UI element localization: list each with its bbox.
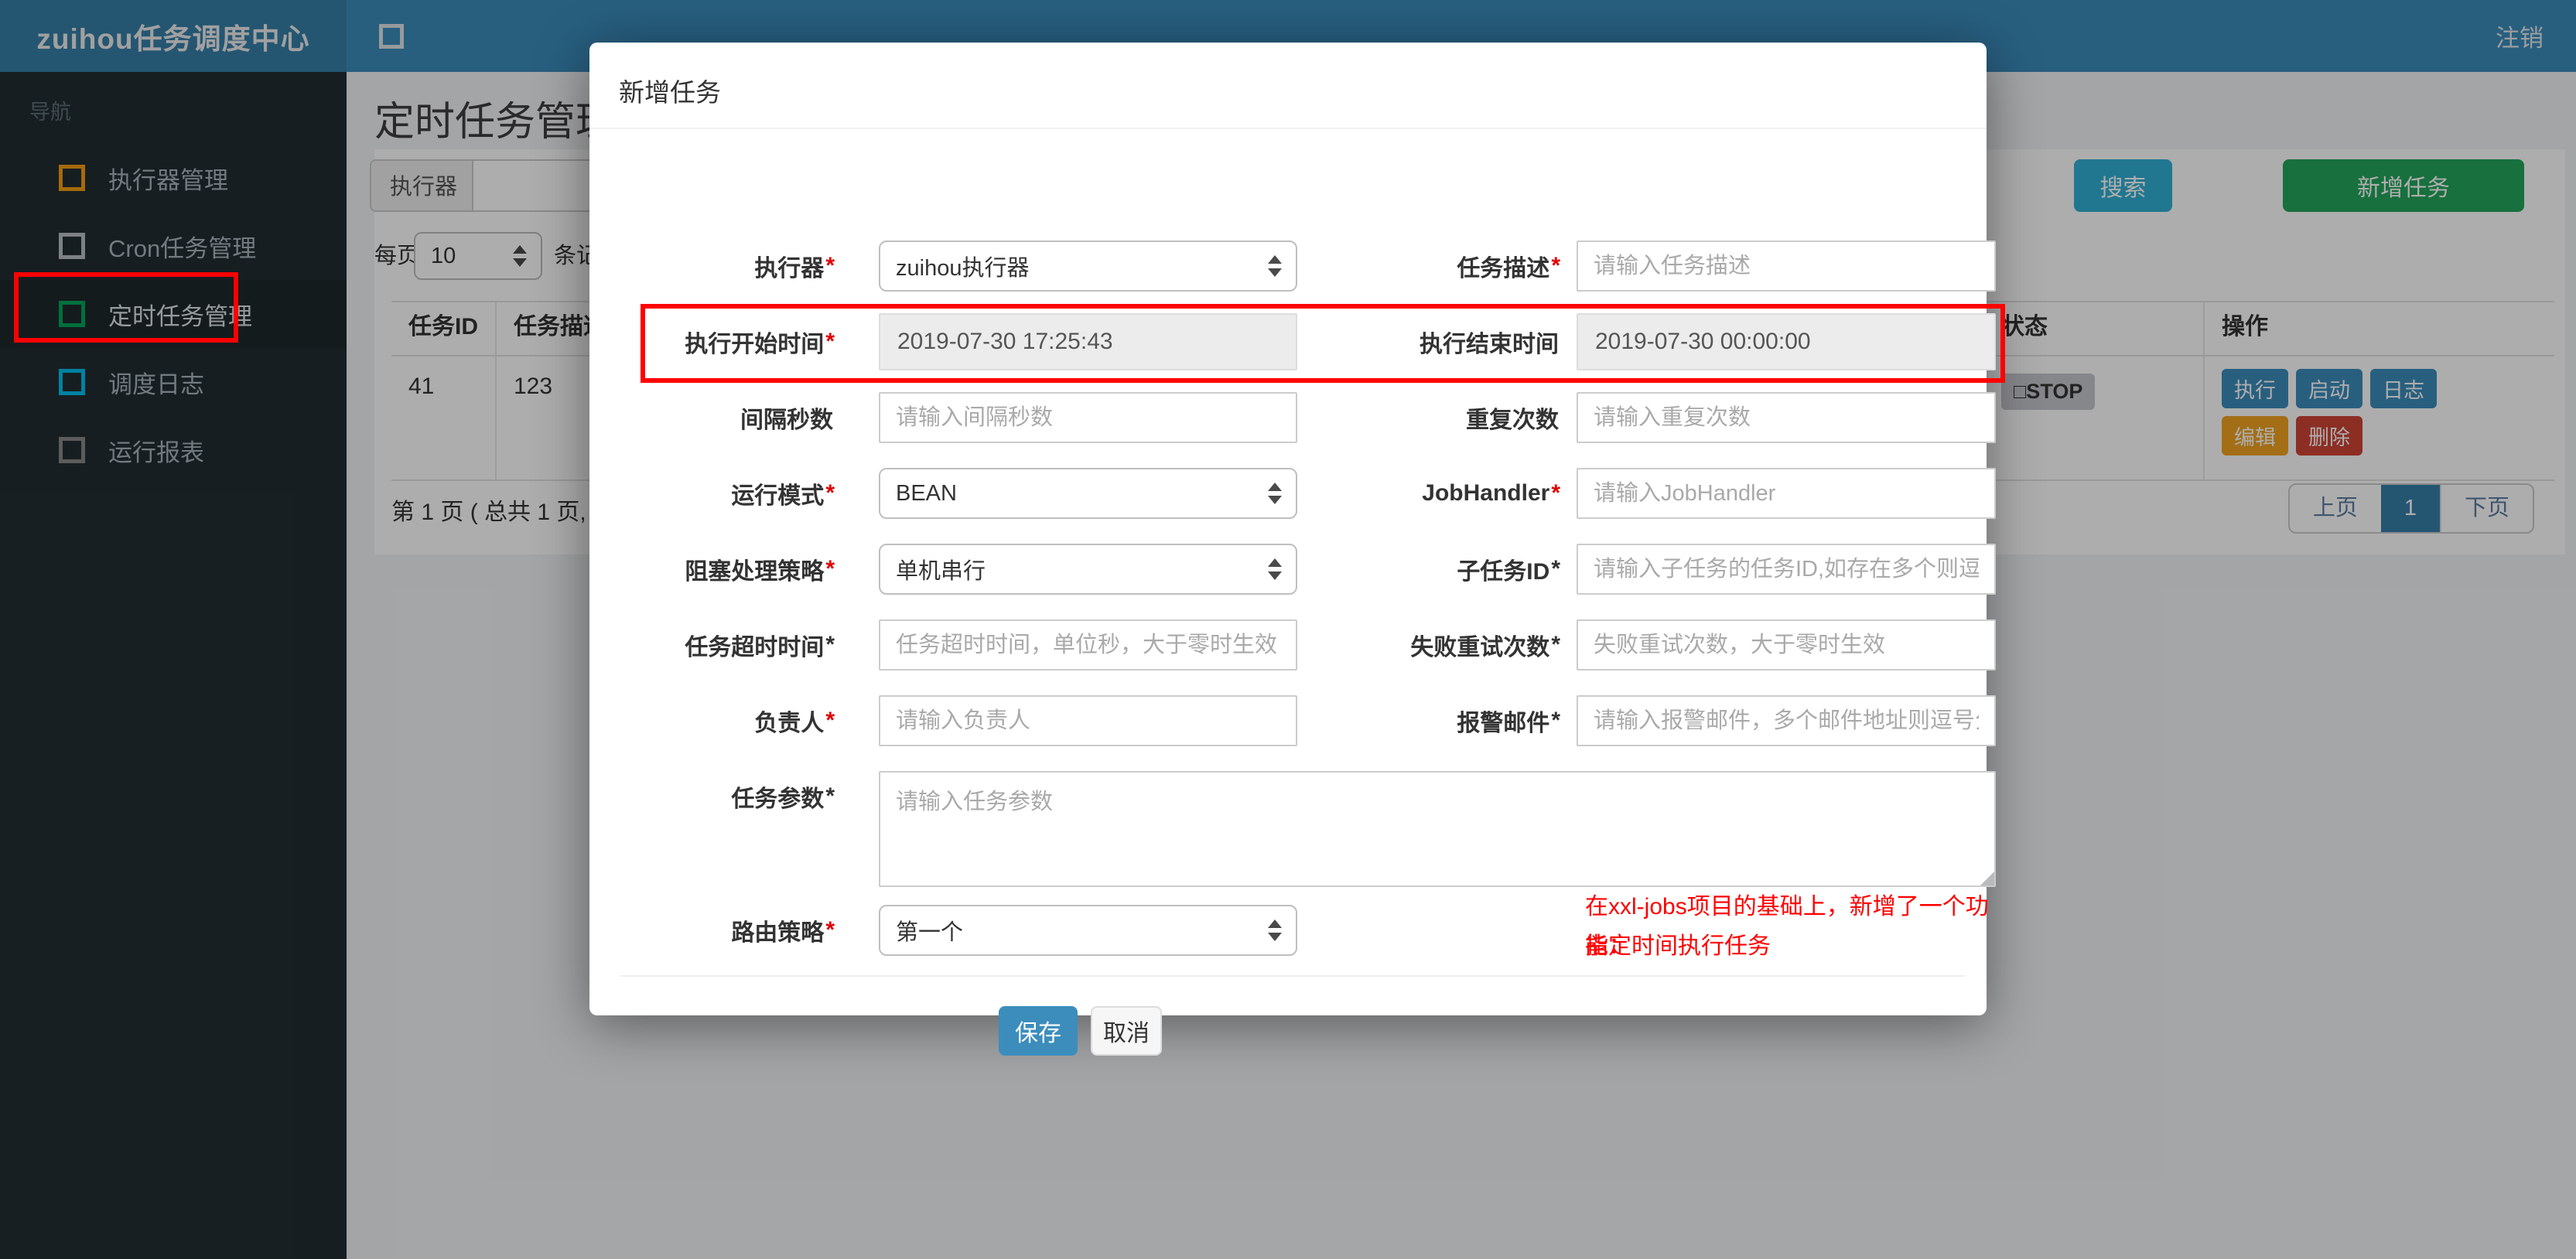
select-arrows-icon [1268, 920, 1282, 941]
task-timeout-label: 任务超时时间 * [685, 632, 835, 660]
modal-title: 新增任务 [619, 78, 721, 107]
select-arrows-icon [1268, 483, 1282, 504]
route-strategy-select[interactable]: 第一个 [879, 905, 1297, 956]
sidebar-highlight-annotation [14, 272, 238, 343]
modal-header: 新增任务 [589, 43, 1987, 129]
task-params-textarea[interactable] [879, 771, 1996, 887]
alarm-email-input[interactable] [1577, 695, 1996, 746]
feature-note-line2: 指定时间执行任务 [1585, 933, 1771, 959]
run-mode-select[interactable]: BEAN [879, 468, 1297, 519]
select-arrows-icon [1268, 558, 1282, 580]
alarm-email-label: 报警邮件 * [1457, 708, 1560, 736]
select-arrows-icon [1268, 255, 1282, 277]
executor-select[interactable]: zuihou执行器 [879, 241, 1297, 292]
block-strategy-select[interactable]: 单机串行 [879, 544, 1297, 595]
jobhandler-label: JobHandler * [1422, 480, 1560, 506]
repeat-count-input[interactable] [1577, 392, 1996, 443]
executor-label: 执行器 * [754, 253, 835, 281]
run-mode-label: 运行模式 * [731, 480, 835, 509]
fail-retry-label: 失败重试次数 * [1410, 632, 1560, 660]
owner-label: 负责人 * [754, 708, 835, 736]
child-task-id-input[interactable] [1577, 544, 1996, 595]
resize-handle-icon[interactable] [1980, 872, 1994, 885]
block-strategy-label: 阻塞处理策略 * [685, 556, 835, 585]
route-strategy-label: 路由策略 * [731, 917, 835, 946]
modal-footer-divider [620, 975, 1965, 977]
interval-seconds-input[interactable] [879, 392, 1297, 443]
add-task-modal: 新增任务 执行器* zuihou执行器 任务描述* 执行开始时间* 2019-0… [589, 43, 2005, 1056]
fail-retry-input[interactable] [1577, 619, 1996, 670]
time-row-highlight-annotation [641, 304, 2005, 383]
interval-seconds-label: 间隔秒数 [740, 408, 833, 433]
modal-body: 执行器* zuihou执行器 任务描述* 执行开始时间* 2019-07-30 … [620, 128, 2005, 1056]
child-task-id-label: 子任务ID * [1457, 556, 1560, 585]
owner-input[interactable] [879, 695, 1297, 746]
task-timeout-input[interactable] [879, 619, 1297, 670]
task-desc-label: 任务描述 * [1457, 253, 1560, 281]
cancel-button[interactable]: 取消 [1091, 1006, 1162, 1056]
task-params-label: 任务参数 * [731, 783, 835, 812]
repeat-count-label: 重复次数 [1466, 408, 1559, 433]
task-desc-input[interactable] [1577, 241, 1996, 292]
save-button[interactable]: 保存 [999, 1006, 1078, 1056]
jobhandler-input[interactable] [1577, 468, 1996, 519]
